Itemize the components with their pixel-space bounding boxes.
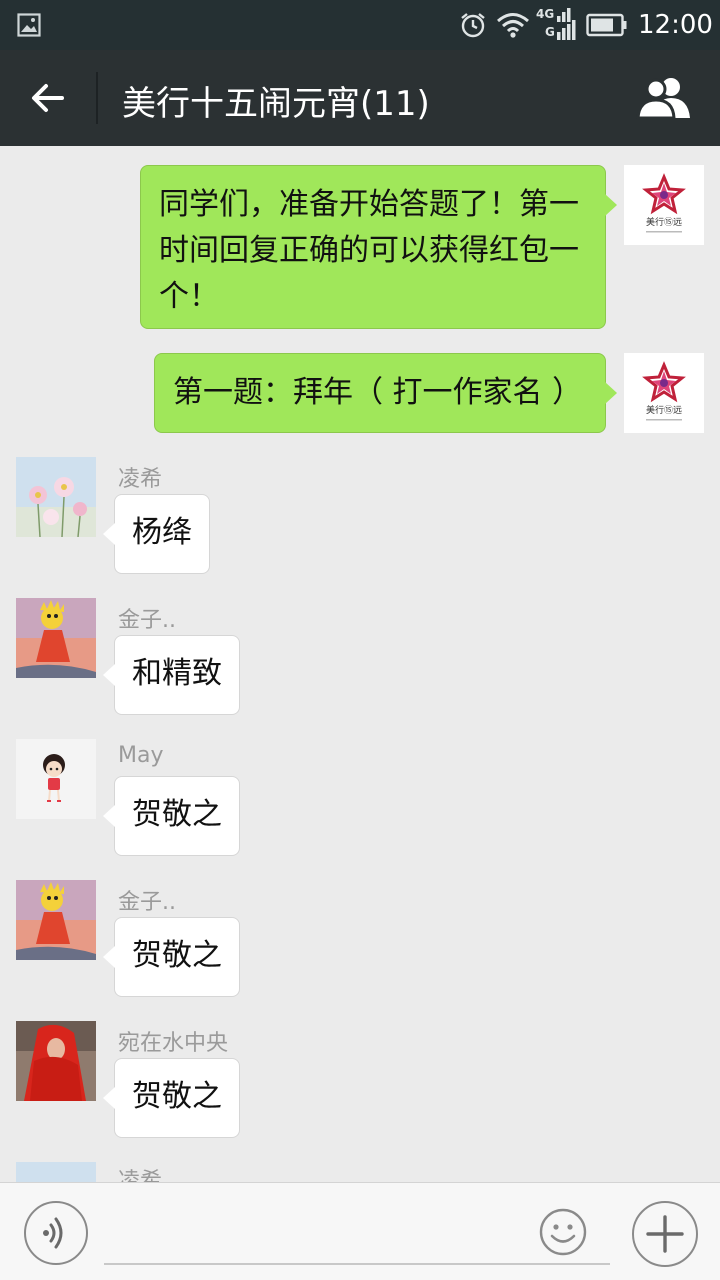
header-divider (96, 72, 98, 124)
image-icon (17, 13, 41, 37)
avatar-cartoon[interactable] (16, 598, 96, 678)
logo-text: 美行⑮远 (646, 404, 682, 416)
message-input[interactable] (104, 1203, 610, 1265)
voice-button[interactable] (24, 1201, 88, 1265)
own-avatar[interactable]: 美行⑮远 (624, 165, 704, 245)
message-bubble[interactable]: 贺敬之 (103, 776, 240, 856)
battery-icon (586, 13, 627, 37)
avatar-flowers[interactable] (16, 1162, 96, 1182)
emoji-icon[interactable] (538, 1207, 588, 1257)
status-bar: 4G G 12:00 (0, 0, 720, 50)
voice-icon (43, 1217, 63, 1249)
brand-logo-icon: 美行⑮远 (642, 361, 686, 421)
alarm-icon (461, 13, 485, 38)
avatar-image (16, 739, 96, 819)
own-avatar[interactable]: 美行⑮远 (624, 353, 704, 433)
more-button[interactable] (632, 1201, 698, 1267)
chat-title: 美行十五闹元宵(11) (122, 84, 430, 124)
avatar-image (16, 457, 96, 537)
logo-text: 美行⑮远 (646, 216, 682, 228)
avatar-flowers[interactable] (16, 457, 96, 537)
signal-icon: 4G G (536, 7, 576, 40)
avatar-cartoon[interactable] (16, 880, 96, 960)
network-label: 4G (536, 7, 554, 21)
chat-header: 美行十五闹元宵(11) (0, 50, 720, 146)
group-members-icon[interactable] (636, 76, 692, 120)
avatar-image (16, 880, 96, 960)
sender-name: 凌希 (118, 1169, 163, 1182)
sender-name: 金子.. (118, 608, 176, 633)
avatar-image (16, 1162, 96, 1182)
avatar-red-veil[interactable] (16, 1021, 96, 1101)
avatar-image (16, 598, 96, 678)
sender-name: May (118, 743, 164, 768)
message-bubble[interactable]: 杨绛 (103, 494, 210, 574)
sender-name: 宛在水中央 (118, 1031, 229, 1056)
clock: 12:00 (638, 10, 713, 40)
sender-name: 金子.. (118, 890, 176, 915)
avatar-girl[interactable] (16, 739, 96, 819)
message-bubble[interactable]: 贺敬之 (103, 917, 240, 997)
wifi-icon (497, 13, 529, 38)
input-bar (0, 1182, 720, 1280)
avatar-image (16, 1021, 96, 1101)
brand-logo-icon: 美行⑮远 (642, 173, 686, 233)
plus-icon (646, 1215, 684, 1253)
network-sub-label: G (545, 25, 555, 39)
message-bubble[interactable]: 第一题：拜年（ 打一作家名 ） (154, 353, 617, 433)
message-bubble[interactable]: 贺敬之 (103, 1058, 240, 1138)
message-bubble[interactable]: 同学们，准备开始答题了！第一时间回复正确的可以获得红包一个！ (140, 165, 617, 329)
back-arrow-icon[interactable] (24, 74, 72, 122)
message-bubble[interactable]: 和精致 (103, 635, 240, 715)
sender-name: 凌希 (118, 467, 163, 492)
